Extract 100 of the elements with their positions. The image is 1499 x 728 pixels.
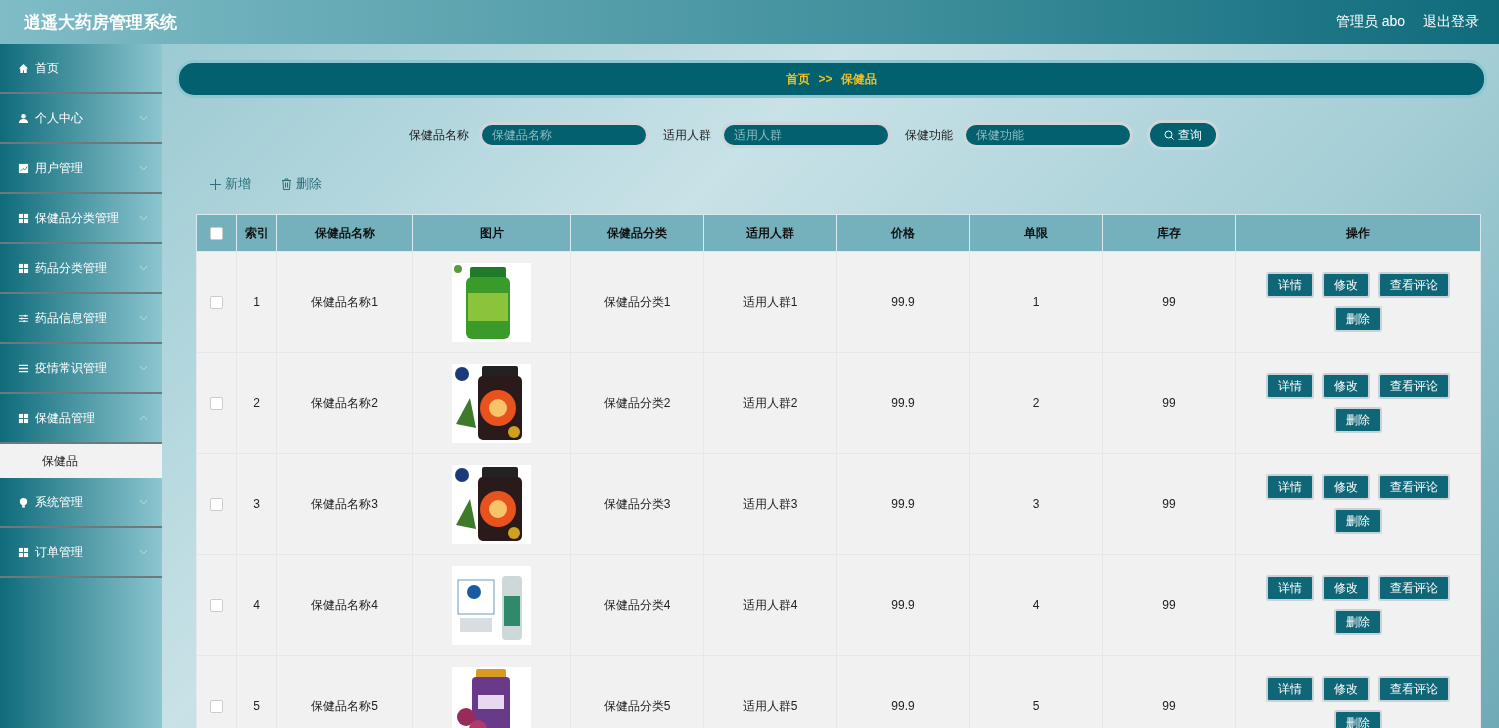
breadcrumb-item[interactable]: 保健品 xyxy=(840,70,877,88)
row-action-button[interactable]: 查看评论 xyxy=(1378,272,1450,298)
row-action-button[interactable]: 查看评论 xyxy=(1378,676,1450,702)
table-cell: 保健品分类2 xyxy=(570,352,704,454)
table-cell: 保健品名称1 xyxy=(276,251,413,353)
row-action-button[interactable]: 修改 xyxy=(1322,575,1370,601)
table-cell: 4 xyxy=(969,554,1103,656)
column-header: 保健品名称 xyxy=(276,214,413,252)
logout-link[interactable]: 退出登录 xyxy=(1423,13,1479,31)
row-action-button[interactable]: 删除 xyxy=(1334,609,1382,635)
bulb-icon xyxy=(18,496,29,508)
search-field[interactable]: 保健功能 xyxy=(962,122,1133,148)
sidebar-item[interactable]: 药品信息管理 xyxy=(0,294,162,344)
sidebar-subitem[interactable]: 保健品 xyxy=(0,444,162,478)
list-icon xyxy=(18,362,29,374)
sidebar-label: 订单管理 xyxy=(35,543,84,561)
sidebar-item[interactable]: 药品分类管理 xyxy=(0,244,162,294)
breadcrumb-item[interactable]: 首页 xyxy=(786,70,811,88)
row-action-button[interactable]: 删除 xyxy=(1334,508,1382,534)
delete-button[interactable]: 删除 xyxy=(281,174,322,194)
grid-icon xyxy=(18,262,29,274)
row-action-button[interactable]: 修改 xyxy=(1322,373,1370,399)
table-cell: 99 xyxy=(1102,554,1236,656)
table-cell: 99 xyxy=(1102,352,1236,454)
row-action-button[interactable]: 详情 xyxy=(1266,676,1314,702)
chevron-icon xyxy=(139,549,148,555)
row-action-button[interactable]: 详情 xyxy=(1266,575,1314,601)
search-field[interactable]: 适用人群 xyxy=(720,122,891,148)
row-checkbox[interactable] xyxy=(210,397,223,411)
chevron-icon xyxy=(139,115,148,121)
row-action-button[interactable]: 修改 xyxy=(1322,474,1370,500)
sidebar-item[interactable]: 系统管理 xyxy=(0,478,162,528)
row-action-button[interactable]: 详情 xyxy=(1266,373,1314,399)
table-cell: 保健品名称3 xyxy=(276,453,413,555)
column-header: 价格 xyxy=(836,214,970,252)
sidebar-label: 保健品分类管理 xyxy=(35,209,120,227)
table-cell: 99.9 xyxy=(836,352,970,454)
sidebar-item[interactable]: 疫情常识管理 xyxy=(0,344,162,394)
row-action-button[interactable]: 修改 xyxy=(1322,272,1370,298)
column-header: 适用人群 xyxy=(703,214,837,252)
row-action-button[interactable]: 详情 xyxy=(1266,272,1314,298)
chevron-icon xyxy=(139,165,148,171)
sidebar-label: 药品信息管理 xyxy=(35,309,108,327)
table-cell: 保健品分类3 xyxy=(570,453,704,555)
table-cell: 99 xyxy=(1102,251,1236,353)
column-header: 保健品分类 xyxy=(570,214,704,252)
search-button[interactable]: 查询 xyxy=(1146,120,1219,150)
row-action-button[interactable]: 详情 xyxy=(1266,474,1314,500)
row-action-button[interactable]: 修改 xyxy=(1322,676,1370,702)
row-checkbox[interactable] xyxy=(210,700,223,714)
plus-icon xyxy=(210,178,221,190)
table-cell: 适用人群4 xyxy=(703,554,837,656)
table-cell: 保健品分类4 xyxy=(570,554,704,656)
row-action-button[interactable]: 查看评论 xyxy=(1378,575,1450,601)
sidebar-label: 疫情常识管理 xyxy=(35,359,108,377)
table-cell: 1 xyxy=(969,251,1103,353)
sidebar-item[interactable]: 订单管理 xyxy=(0,528,162,578)
chevron-icon xyxy=(139,215,148,221)
column-header: 图片 xyxy=(412,214,571,252)
row-action-button[interactable]: 删除 xyxy=(1334,710,1382,728)
add-button[interactable]: 新增 xyxy=(210,174,251,194)
table-cell: 适用人群1 xyxy=(703,251,837,353)
row-action-button[interactable]: 删除 xyxy=(1334,407,1382,433)
sidebar-label: 药品分类管理 xyxy=(35,259,108,277)
table-cell: 99.9 xyxy=(836,251,970,353)
table-cell: 适用人群3 xyxy=(703,453,837,555)
row-action-button[interactable]: 查看评论 xyxy=(1378,474,1450,500)
sliders-icon xyxy=(18,312,29,324)
chevron-icon xyxy=(139,499,148,505)
sidebar-label: 首页 xyxy=(35,59,60,77)
row-checkbox[interactable] xyxy=(210,599,223,613)
select-all-checkbox[interactable] xyxy=(210,227,223,241)
table-cell: 保健品分类1 xyxy=(570,251,704,353)
sidebar-item[interactable]: 保健品分类管理 xyxy=(0,194,162,244)
table-cell: 4 xyxy=(236,554,277,656)
sidebar-item[interactable]: 首页 xyxy=(0,44,162,94)
chevron-icon xyxy=(139,315,148,321)
sidebar-item[interactable]: 个人中心 xyxy=(0,94,162,144)
table-cell: 保健品名称2 xyxy=(276,352,413,454)
user-name: 管理员 abo xyxy=(1335,13,1405,31)
chevron-icon xyxy=(139,365,148,371)
search-icon xyxy=(1163,130,1174,140)
column-header: 库存 xyxy=(1102,214,1236,252)
sidebar-label: 用户管理 xyxy=(35,159,84,177)
table-cell: 99.9 xyxy=(836,554,970,656)
table-cell: 99 xyxy=(1102,453,1236,555)
table-cell: 3 xyxy=(969,453,1103,555)
trash-icon xyxy=(281,178,292,190)
row-action-button[interactable]: 查看评论 xyxy=(1378,373,1450,399)
row-checkbox[interactable] xyxy=(210,296,223,310)
sidebar-item[interactable]: 用户管理 xyxy=(0,144,162,194)
user-icon xyxy=(18,112,29,124)
chevron-icon xyxy=(139,415,148,421)
table-cell: 1 xyxy=(236,251,277,353)
breadcrumb-separator: >> xyxy=(818,72,833,86)
sidebar-label: 系统管理 xyxy=(35,493,84,511)
row-action-button[interactable]: 删除 xyxy=(1334,306,1382,332)
search-field[interactable]: 保健品名称 xyxy=(478,122,649,148)
row-checkbox[interactable] xyxy=(210,498,223,512)
grid-icon xyxy=(18,546,29,558)
